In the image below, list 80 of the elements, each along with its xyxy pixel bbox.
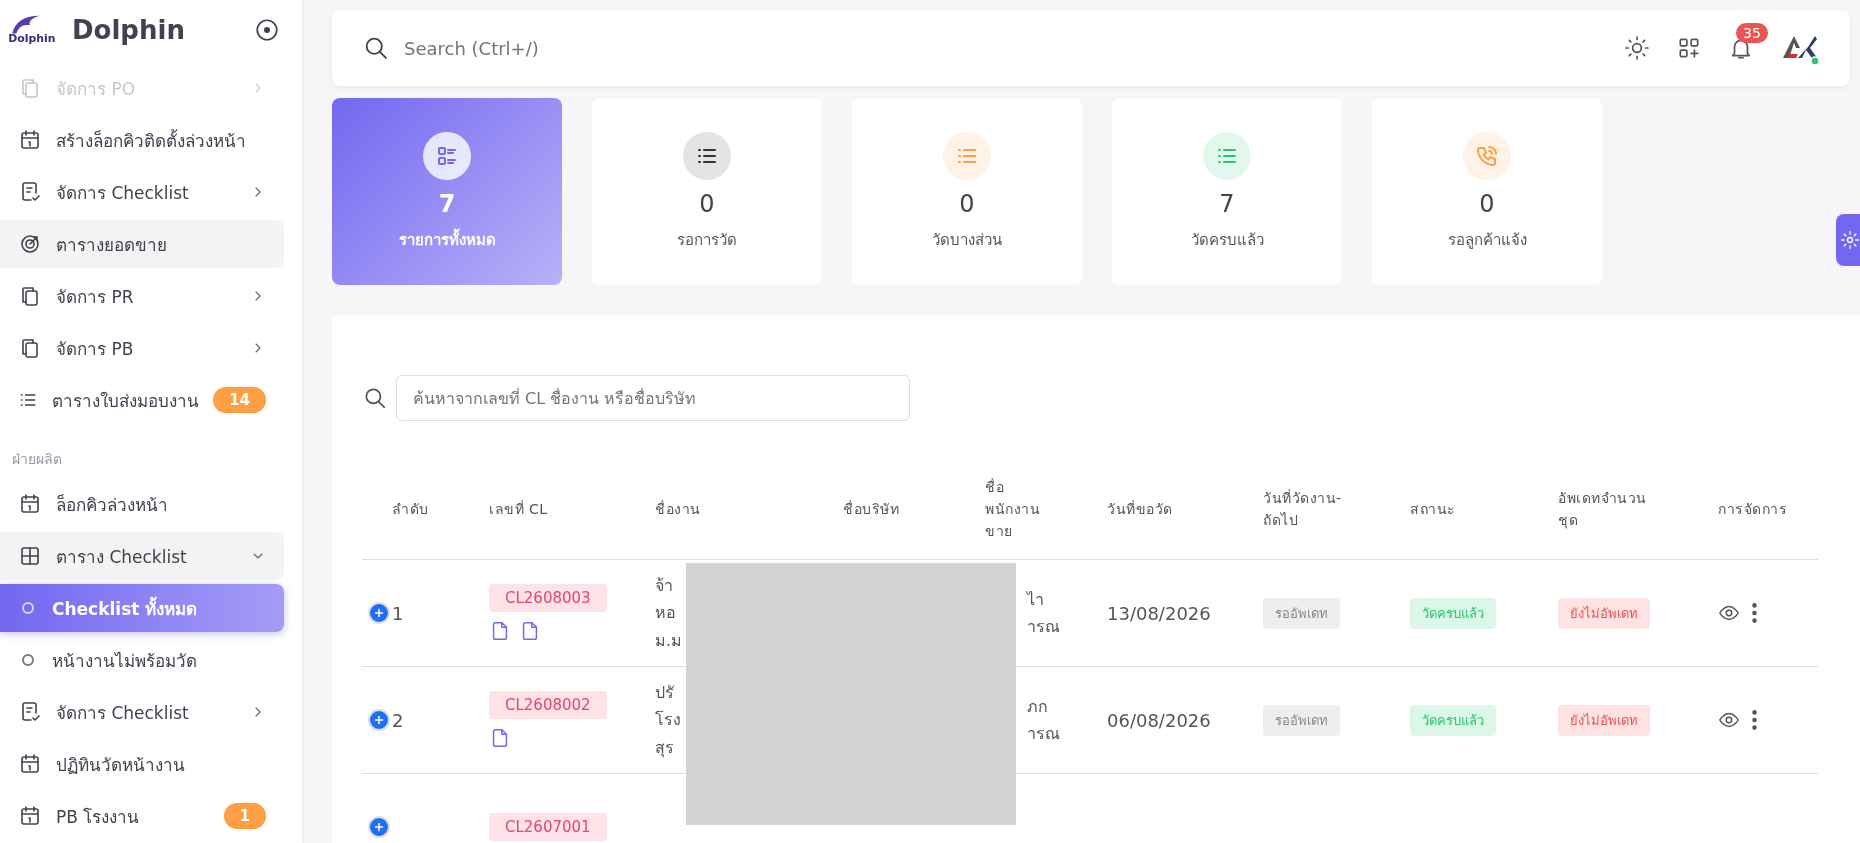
- stat-card[interactable]: 7 วัดครบแล้ว: [1112, 98, 1342, 285]
- table-cell-text: ไา ารณ: [1025, 588, 1060, 638]
- plus-icon: [373, 821, 385, 833]
- sidebar-item[interactable]: จัดการ PB: [0, 324, 284, 372]
- table-cell-text: จ้า หอ ม.ม: [655, 575, 683, 652]
- column-header: การจัดการ: [1718, 459, 1818, 560]
- table-icon: [18, 544, 42, 568]
- sun-icon: [1624, 35, 1650, 61]
- target-icon: [18, 232, 42, 256]
- sidebar-item[interactable]: ตารางยอดขาย: [0, 220, 284, 268]
- sidebar-item[interactable]: ตาราง Checklist: [0, 532, 284, 580]
- stat-card[interactable]: 0 รอลูกค้าแจ้ง: [1372, 98, 1602, 285]
- expand-row-button[interactable]: [368, 816, 390, 838]
- stat-value: 0: [959, 189, 975, 218]
- status-label: วัดครบแล้ว: [1410, 704, 1496, 736]
- status-label: ยังไม่อัพเดท: [1558, 597, 1650, 629]
- calendar-icon: [18, 128, 42, 152]
- plus-icon: [373, 714, 385, 726]
- stat-card[interactable]: 0 วัดบางส่วน: [852, 98, 1082, 285]
- column-header: อัพเดทจำนวน ชุด: [1558, 459, 1718, 560]
- circle-icon: [22, 602, 34, 614]
- sidebar-item[interactable]: จัดการ Checklist: [0, 688, 284, 736]
- status-label: รออัพเดท: [1263, 597, 1340, 629]
- sidebar-item[interactable]: สร้างล็อกคิวติดตั้งล่วงหน้า: [0, 116, 284, 164]
- table-cell: 13/08/2026: [1107, 602, 1211, 624]
- stat-label: รายการทั้งหมด: [398, 227, 496, 251]
- column-header: ชื่องาน: [655, 459, 843, 560]
- status-label: วัดครบแล้ว: [1410, 597, 1496, 629]
- add-grid-icon: [1676, 35, 1702, 61]
- more-vertical-icon: [1752, 709, 1757, 731]
- plus-icon: [373, 607, 385, 619]
- column-header: ชื่อ พนักงาน ขาย: [985, 459, 1107, 560]
- sidebar-item[interactable]: PB โรงงาน 1: [0, 792, 284, 840]
- table-cell-text: ภก ารณ: [1026, 695, 1060, 745]
- sidebar-item[interactable]: ตารางใบส่งมอบงาน 14: [0, 376, 284, 424]
- column-header: สถานะ: [1410, 459, 1558, 560]
- section-label: ฝ่ายผลิต: [11, 450, 63, 469]
- search-icon: [362, 385, 388, 411]
- settings-button[interactable]: [1836, 214, 1860, 266]
- sidebar-subitem[interactable]: หน้างานไม่พร้อมวัด: [0, 636, 284, 684]
- table-cell: 06/08/2026: [1107, 709, 1211, 731]
- status-label: ยังไม่อัพเดท: [1558, 704, 1650, 736]
- stat-label: รอลูกค้าแจ้ง: [1447, 229, 1527, 251]
- calendar-icon: [18, 492, 42, 516]
- stat-value: 0: [699, 189, 715, 218]
- column-header: เลขที่ CL: [489, 459, 655, 560]
- circle-icon: [22, 654, 34, 666]
- column-header: วันที่วัดงาน- ถัดไป: [1263, 459, 1410, 560]
- more-vertical-icon: [1752, 602, 1757, 624]
- notification-badge: 35: [1736, 23, 1768, 43]
- column-header: ลำดับ: [362, 459, 489, 560]
- dolphin-logo: Dolphin: [4, 13, 64, 47]
- status-label: รออัพเดท: [1263, 704, 1340, 736]
- app-name: Dolphin: [72, 15, 186, 45]
- calendar-icon: [18, 752, 42, 776]
- sidebar-item[interactable]: ล็อกคิวล่วงหน้า: [0, 480, 284, 528]
- table-cell: 1: [392, 602, 404, 624]
- search-field[interactable]: Search (Ctrl+/): [402, 36, 686, 60]
- expand-row-button[interactable]: [368, 602, 390, 624]
- stat-value: 0: [1479, 189, 1495, 218]
- stat-label: วัดบางส่วน: [932, 229, 1002, 251]
- sidebar-item[interactable]: จัดการ PR: [0, 272, 284, 320]
- sidebar-item[interactable]: จัดการ Checklist: [0, 168, 284, 216]
- radio-toggle-icon: [254, 17, 280, 43]
- expand-row-button[interactable]: [368, 709, 390, 731]
- calendar-icon: [18, 804, 42, 828]
- stat-value: 7: [438, 189, 456, 218]
- count-badge: 14: [213, 387, 266, 413]
- stat-value: 7: [1219, 189, 1235, 218]
- stat-label: รอการวัด: [677, 229, 737, 251]
- count-badge: 1: [223, 803, 266, 829]
- table-cell-text: ปรั โรง สุร: [655, 682, 681, 760]
- stat-card[interactable]: 0 รอการวัด: [592, 98, 822, 285]
- stat-label: วัดครบแล้ว: [1190, 229, 1264, 251]
- column-header: วันที่ขอวัด: [1107, 459, 1263, 560]
- sidebar-item[interactable]: ปฏิทินวัดหน้างาน: [0, 740, 284, 788]
- column-header: ชื่อบริษัท: [843, 459, 985, 560]
- search-field[interactable]: ค้นหาจากเลขที่ CL ชื่องาน หรือชื่อบริษัท: [396, 375, 910, 421]
- table-cell: 2: [392, 709, 404, 731]
- sidebar-subitem[interactable]: Checklist ทั้งหมด: [0, 584, 284, 632]
